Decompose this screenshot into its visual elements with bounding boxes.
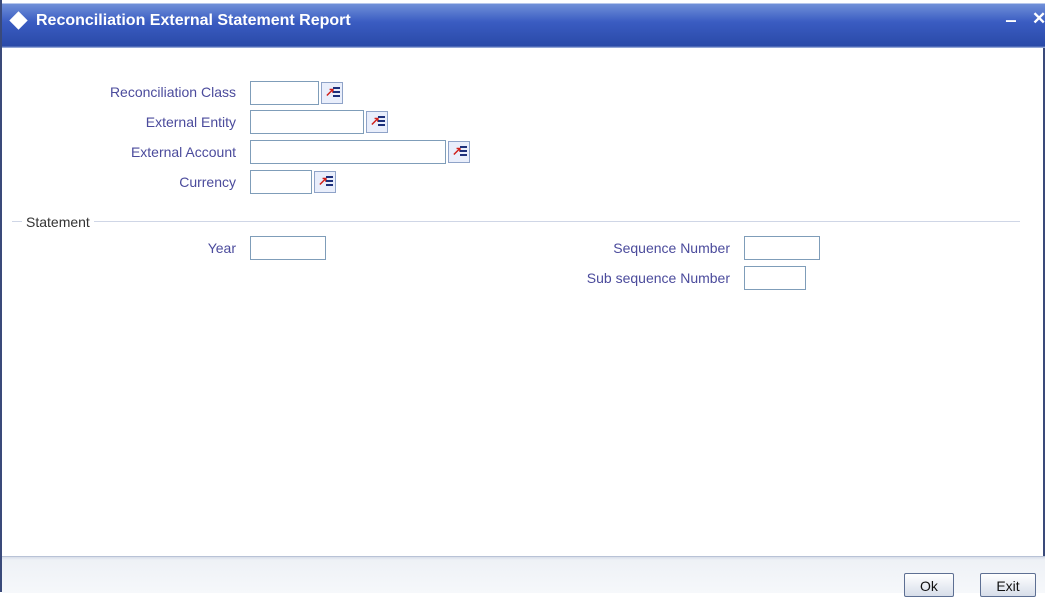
year-label: Year xyxy=(207,240,236,256)
external-entity-lov-icon[interactable]: ↗ xyxy=(366,111,388,133)
close-button[interactable]: ✕ xyxy=(1032,9,1045,29)
currency-lov-icon[interactable]: ↗ xyxy=(314,171,336,193)
ok-button[interactable]: Ok xyxy=(904,573,954,597)
currency-input[interactable] xyxy=(250,170,312,194)
sequence-number-input[interactable] xyxy=(744,236,820,260)
external-entity-label: External Entity xyxy=(145,114,236,130)
minimize-button[interactable]: ‒ xyxy=(1006,10,1016,31)
statement-divider xyxy=(12,221,1020,222)
reconciliation-class-input[interactable] xyxy=(250,81,319,105)
external-account-input[interactable] xyxy=(250,140,446,164)
reconciliation-class-lov-icon[interactable]: ↗ xyxy=(321,82,343,104)
sequence-number-label: Sequence Number xyxy=(613,240,730,256)
report-window: Reconciliation External Statement Report… xyxy=(0,0,1045,597)
statement-section-label: Statement xyxy=(22,214,94,230)
footer-bar xyxy=(2,556,1045,593)
window-title: Reconciliation External Statement Report xyxy=(36,12,351,29)
exit-button[interactable]: Exit xyxy=(980,573,1036,597)
external-entity-input[interactable] xyxy=(250,110,364,134)
sub-sequence-number-input[interactable] xyxy=(744,266,806,290)
external-account-lov-icon[interactable]: ↗ xyxy=(448,141,470,163)
title-bar: Reconciliation External Statement Report… xyxy=(2,0,1045,48)
external-account-label: External Account xyxy=(130,144,236,160)
window-diamond-icon xyxy=(9,11,28,30)
reconciliation-class-label: Reconciliation Class xyxy=(109,84,236,100)
currency-label: Currency xyxy=(179,174,236,190)
year-input[interactable] xyxy=(250,236,326,260)
sub-sequence-number-label: Sub sequence Number xyxy=(586,270,730,286)
